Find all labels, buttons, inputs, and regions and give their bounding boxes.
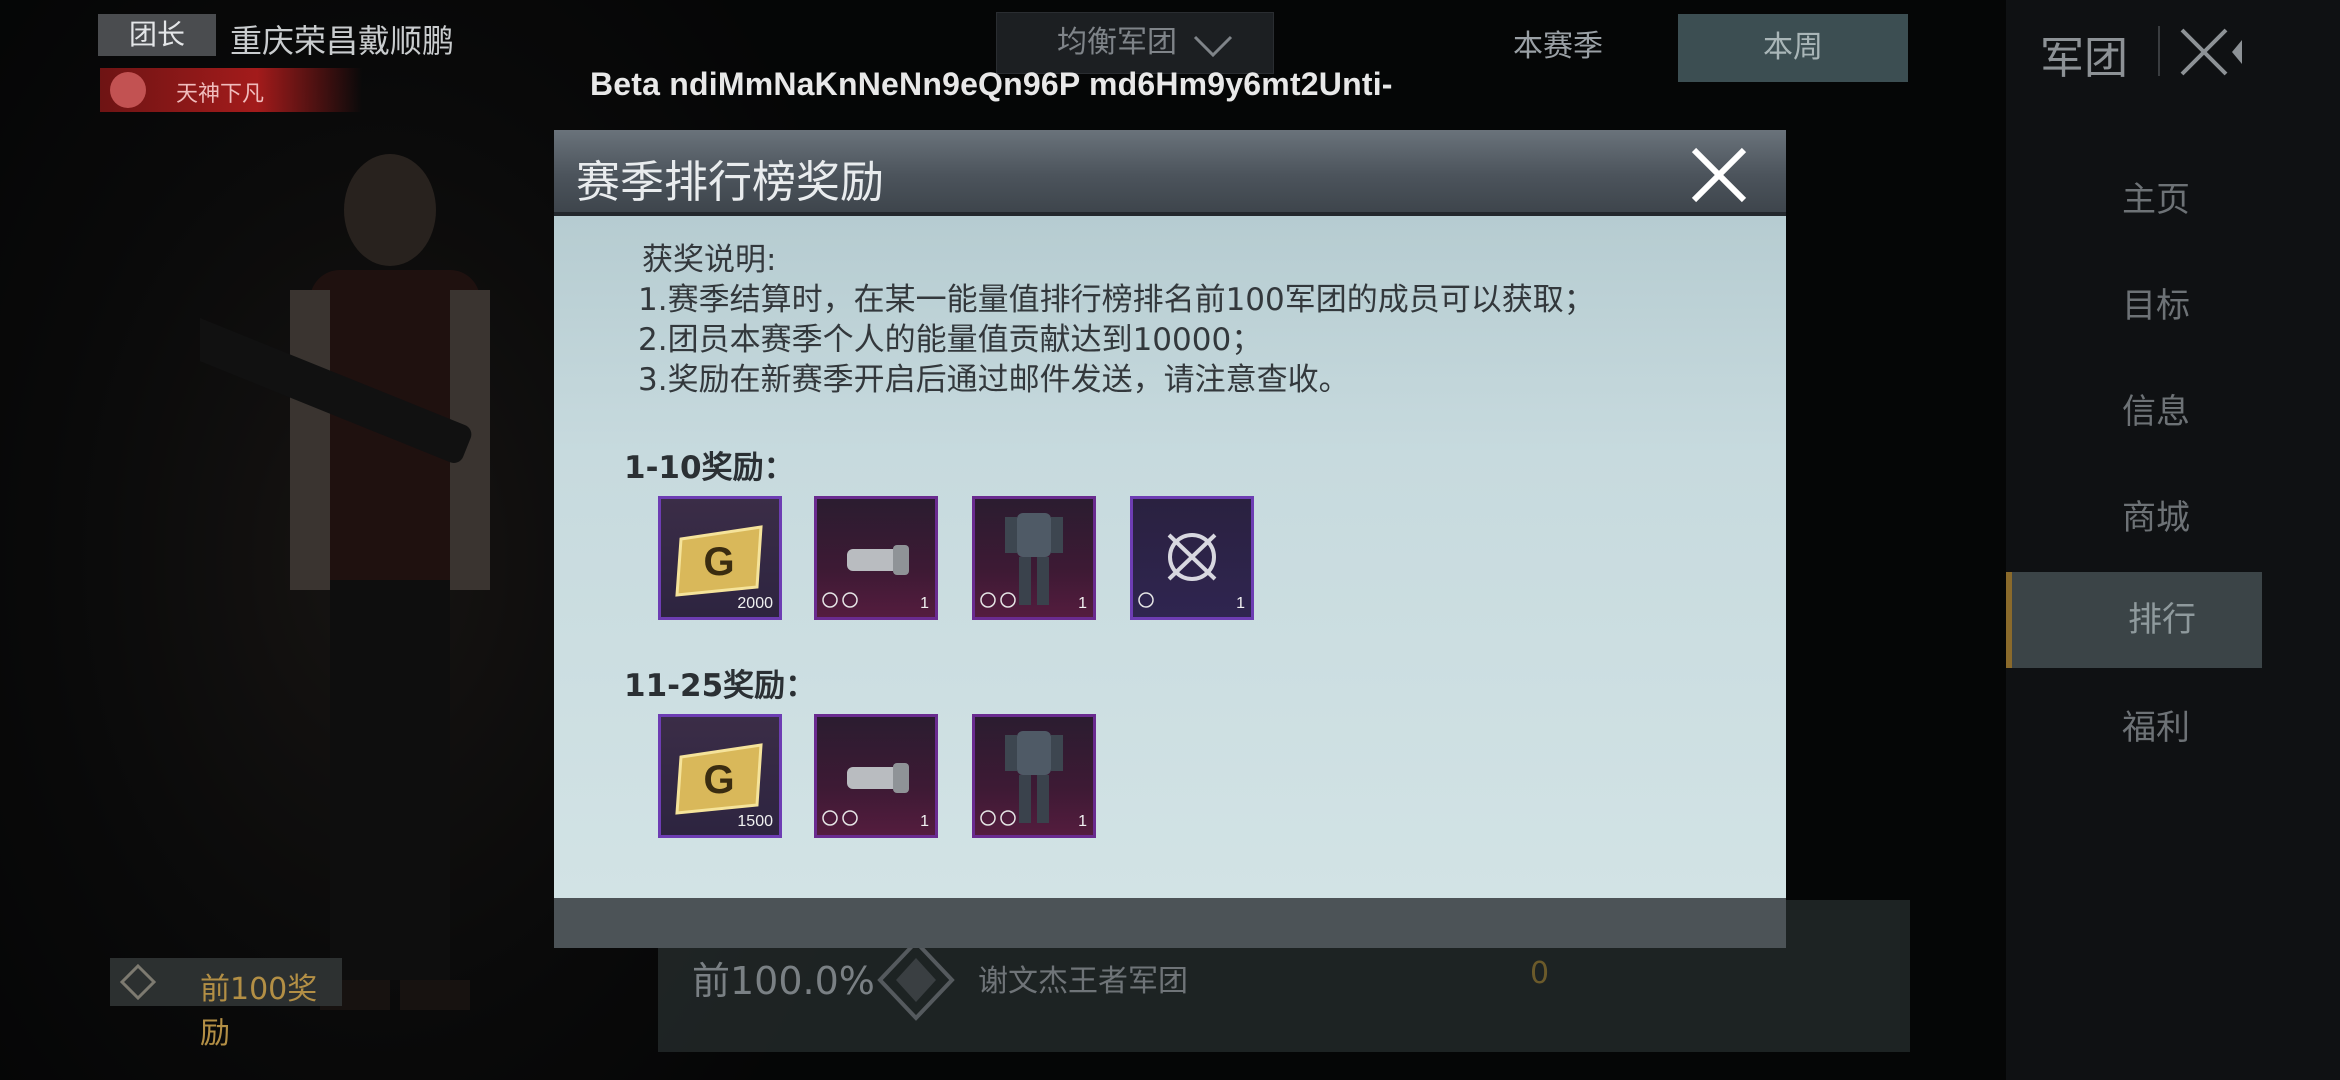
- rank-team-name: 谢文杰王者军团: [978, 964, 1188, 999]
- desc-line-2: 2.团员本赛季个人的能量值贡献达到10000；: [638, 322, 1263, 358]
- trophy-icon: [120, 964, 156, 1000]
- tab-week[interactable]: 本周: [1678, 14, 1908, 82]
- clock-download-icon: [979, 809, 1019, 831]
- clock-icon: [1137, 591, 1157, 613]
- close-icon[interactable]: [2176, 22, 2246, 82]
- close-icon[interactable]: [1688, 144, 1750, 206]
- team-name: 重庆荣昌戴顺鹏: [230, 22, 455, 60]
- top100-reward-label: 前100奖励: [200, 972, 318, 1051]
- role-badge: 团长: [98, 14, 216, 56]
- item-count: 1: [1078, 595, 1087, 612]
- nav-item-goals[interactable]: 目标: [2006, 258, 2262, 354]
- nav-item-home[interactable]: 主页: [2006, 152, 2262, 248]
- reward-item[interactable]: 1: [1130, 496, 1254, 620]
- chevron-down-icon: [1193, 35, 1233, 57]
- reward-item[interactable]: G 1500: [658, 714, 782, 838]
- svg-text:G: G: [703, 758, 734, 802]
- desc-heading: 获奖说明:: [642, 242, 777, 278]
- top100-reward-button[interactable]: 前100奖励: [110, 958, 342, 1051]
- divider: [2158, 26, 2160, 76]
- title-ribbon: 天神下凡: [100, 68, 362, 112]
- item-count: 1: [1236, 595, 1245, 612]
- item-count: 1500: [737, 813, 773, 830]
- item-count: 1: [920, 813, 929, 830]
- team-emblem-icon: [877, 939, 955, 1021]
- clock-download-icon: [821, 809, 861, 831]
- reward-item[interactable]: G 2000: [658, 496, 782, 620]
- dialog-body: 获奖说明: 1.赛季结算时，在某一能量值排行榜排名前100军团的成员可以获取； …: [554, 216, 1786, 898]
- desc-line-3: 3.奖励在新赛季开启后通过邮件发送，请注意查收。: [638, 362, 1350, 398]
- clock-download-icon: [821, 591, 861, 613]
- reward-item[interactable]: 1: [814, 714, 938, 838]
- panel-title: 军团: [2040, 33, 2128, 84]
- beta-watermark: Beta ndiMmNaKnNeNn9eQn96P md6Hm9y6mt2Unt…: [590, 66, 1393, 102]
- section-title-11-25: 11-25奖励：: [624, 668, 817, 704]
- avatar-icon: [110, 72, 146, 108]
- nav-item-shop[interactable]: 商城: [2006, 470, 2262, 566]
- clock-download-icon: [979, 591, 1019, 613]
- dialog-footer: [554, 898, 1786, 948]
- rank-percent: 前100.0%: [692, 959, 875, 1003]
- svg-text:G: G: [703, 540, 734, 584]
- item-count: 1: [920, 595, 929, 612]
- section-title-1-10: 1-10奖励：: [624, 450, 795, 486]
- team-type-dropdown[interactable]: 均衡军团: [996, 12, 1274, 74]
- desc-line-1: 1.赛季结算时，在某一能量值排行榜排名前100军团的成员可以获取；: [638, 282, 1595, 318]
- reward-item[interactable]: 1: [814, 496, 938, 620]
- tab-season[interactable]: 本赛季: [1470, 14, 1646, 80]
- item-count: 1: [1078, 813, 1087, 830]
- reward-item[interactable]: 1: [972, 496, 1096, 620]
- dialog-header: 赛季排行榜奖励: [554, 130, 1786, 216]
- nav-item-welfare[interactable]: 福利: [2006, 680, 2262, 776]
- dialog-title: 赛季排行榜奖励: [576, 157, 884, 208]
- rank-value: 0: [1530, 956, 1550, 991]
- item-count: 2000: [737, 595, 773, 612]
- reward-item[interactable]: 1: [972, 714, 1096, 838]
- nav-item-info[interactable]: 信息: [2006, 364, 2262, 460]
- team-type-label: 均衡军团: [1057, 25, 1177, 60]
- title-ribbon-text: 天神下凡: [176, 82, 265, 107]
- nav-item-ranking[interactable]: 排行: [2006, 572, 2262, 668]
- season-reward-dialog: 赛季排行榜奖励 获奖说明: 1.赛季结算时，在某一能量值排行榜排名前100军团的…: [554, 130, 1786, 948]
